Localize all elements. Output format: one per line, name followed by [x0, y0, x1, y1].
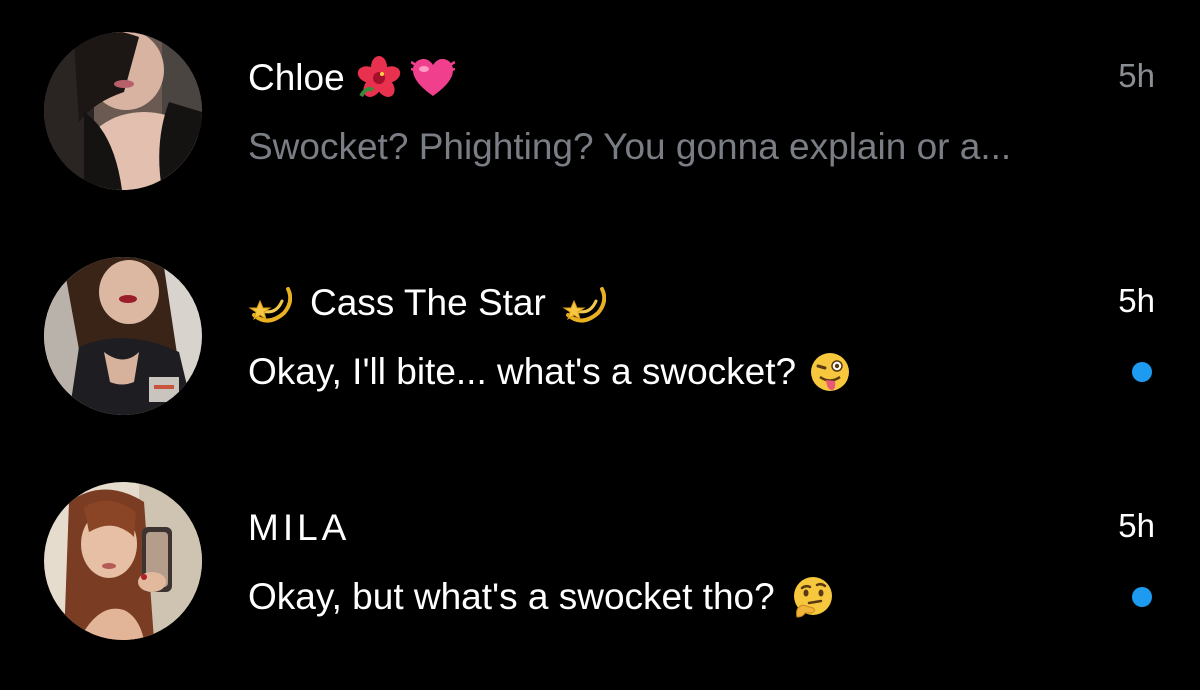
hibiscus-icon — [357, 56, 401, 100]
message-preview-text: Okay, I'll bite... what's a swocket? — [248, 351, 797, 392]
sender-name-row: Chloe — [248, 53, 455, 103]
winking-tongue-face-icon — [808, 350, 852, 394]
unread-indicator — [1132, 587, 1152, 607]
conversation-item-chloe[interactable]: Chloe 5h Swocket? Phighting? You gonna e… — [0, 0, 1200, 225]
avatar[interactable] — [44, 482, 202, 640]
message-preview: Swocket? Phighting? You gonna explain or… — [248, 122, 1011, 172]
message-preview-text: Swocket? Phighting? You gonna explain or… — [248, 126, 1012, 167]
sender-name: Chloe — [248, 57, 345, 98]
dizzy-star-icon — [248, 281, 292, 325]
sender-name-row: Cass The Star — [248, 278, 606, 328]
avatar[interactable] — [44, 257, 202, 415]
message-preview: Okay, I'll bite... what's a swocket? — [248, 347, 852, 397]
avatar[interactable] — [44, 32, 202, 190]
dizzy-star-icon — [562, 281, 606, 325]
timestamp: 5h — [1118, 282, 1155, 319]
beating-heart-icon — [410, 56, 455, 100]
conversation-item-mila[interactable]: MILA 5h Okay, but what's a swocket tho? — [0, 450, 1200, 675]
sender-name-row: MILA — [248, 503, 350, 553]
message-preview: Okay, but what's a swocket tho? — [248, 572, 835, 622]
thinking-face-icon — [791, 575, 835, 619]
unread-indicator — [1132, 362, 1152, 382]
conversation-item-cass-the-star[interactable]: Cass The Star 5h Okay, I'll bite... what… — [0, 225, 1200, 450]
message-preview-text: Okay, but what's a swocket tho? — [248, 576, 775, 617]
sender-name: Cass The Star — [310, 282, 546, 323]
timestamp: 5h — [1118, 507, 1155, 544]
timestamp: 5h — [1118, 57, 1155, 94]
sender-name: MILA — [248, 507, 351, 548]
dm-inbox: { "accent_color": "#1d9bf0", "conversati… — [0, 0, 1200, 690]
